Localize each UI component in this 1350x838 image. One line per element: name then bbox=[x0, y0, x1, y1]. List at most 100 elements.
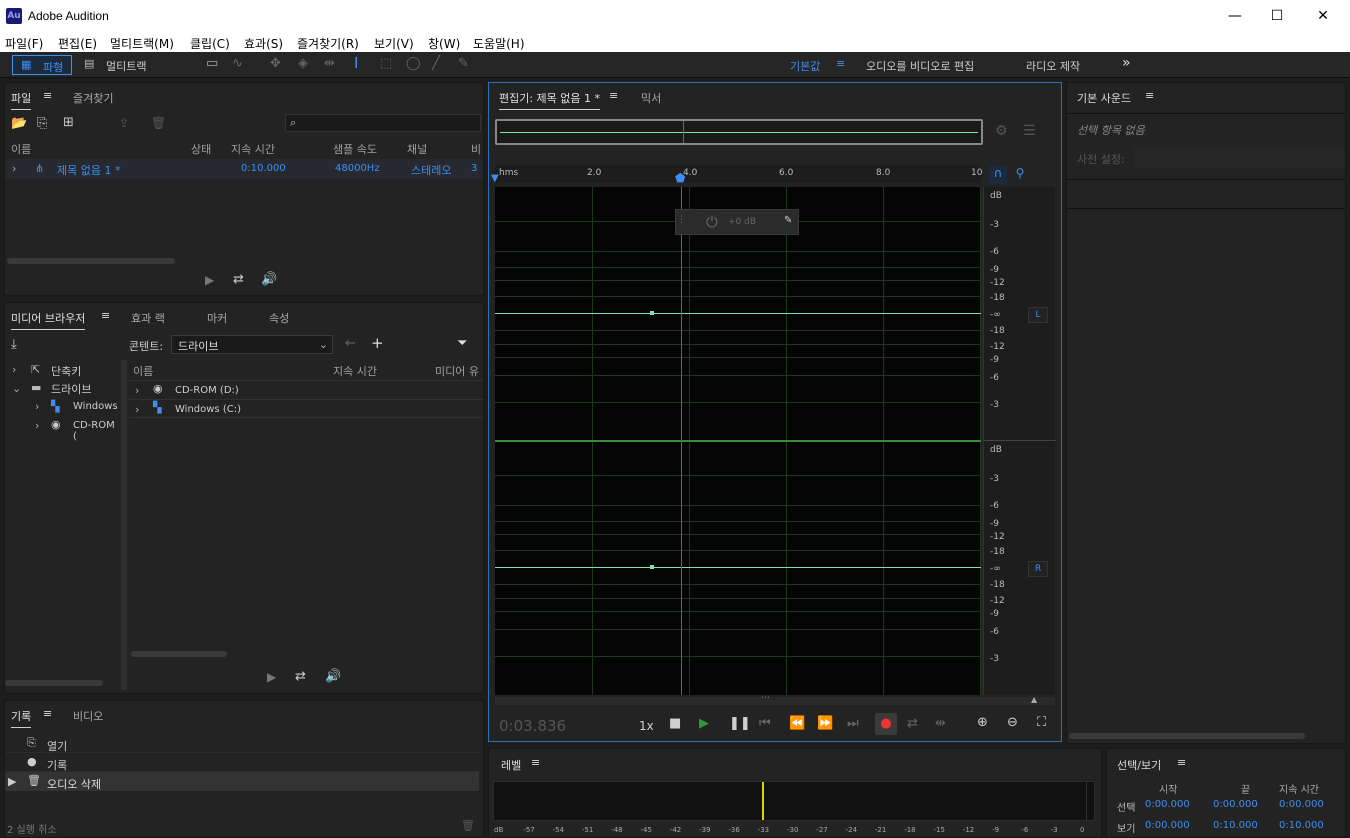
workspace-menu-icon[interactable]: ≡ bbox=[836, 57, 845, 70]
tree-item-windows[interactable]: Windows bbox=[73, 401, 118, 412]
playback-speed[interactable]: 1x bbox=[639, 719, 654, 733]
splitter[interactable] bbox=[121, 360, 127, 690]
zoom-settings-icon[interactable]: ⚙ bbox=[995, 123, 1008, 139]
content-select[interactable]: 드라이브 ⌄ bbox=[171, 335, 333, 354]
loop-icon[interactable]: ⇄ bbox=[907, 716, 918, 731]
col-samplerate[interactable]: 샘플 속도 bbox=[333, 141, 377, 157]
menu-edit[interactable]: 편집(E) bbox=[58, 35, 97, 52]
horizontal-scrollbar[interactable] bbox=[1069, 733, 1305, 739]
col-extra[interactable]: 비 bbox=[471, 141, 481, 157]
fast-forward-icon[interactable]: ⏩ bbox=[817, 716, 833, 731]
insert-icon[interactable]: ⇪ bbox=[119, 116, 129, 130]
pause-icon[interactable]: ❚❚ bbox=[729, 716, 751, 731]
channel-left-toggle[interactable]: L bbox=[1028, 307, 1048, 323]
spectral-toggle-icon[interactable]: ☰ bbox=[1023, 123, 1036, 139]
workspace-default[interactable]: 기본값 bbox=[790, 58, 820, 74]
filter-icon[interactable]: ⏷ bbox=[457, 336, 467, 351]
back-arrow-icon[interactable]: ← bbox=[345, 336, 356, 351]
skip-icon[interactable]: ⇹ bbox=[935, 716, 946, 731]
panel-menu-icon[interactable]: ≡ bbox=[43, 707, 52, 720]
headphone-icon[interactable]: ∩ bbox=[989, 166, 1007, 184]
panel-menu-icon[interactable]: ≡ bbox=[609, 89, 618, 102]
time-ruler[interactable]: hms 2.0 4.0 6.0 8.0 10 ▼ ⬟ bbox=[491, 165, 982, 185]
scroll-up-icon[interactable]: ▲ bbox=[1031, 695, 1037, 704]
tree-item-drives[interactable]: 드라이브 bbox=[51, 381, 91, 397]
start-marker-icon[interactable]: ▼ bbox=[491, 173, 499, 184]
chevron-right-icon[interactable]: › bbox=[12, 162, 16, 175]
rewind-icon[interactable]: ⏪ bbox=[789, 716, 805, 731]
workspace-radio[interactable]: 라디오 제작 bbox=[1026, 58, 1080, 74]
col-media-type[interactable]: 미디어 유 bbox=[435, 363, 479, 379]
loop-icon[interactable]: ⇄ bbox=[233, 272, 244, 287]
play-icon[interactable]: ▶ bbox=[205, 273, 214, 287]
go-start-icon[interactable]: ⏮ bbox=[759, 716, 771, 731]
chevron-right-icon[interactable]: › bbox=[135, 403, 139, 416]
menu-window[interactable]: 창(W) bbox=[428, 35, 460, 52]
panel-menu-icon[interactable]: ≡ bbox=[531, 756, 540, 769]
col-duration[interactable]: 지속 시간 bbox=[333, 363, 377, 379]
tab-video[interactable]: 비디오 bbox=[73, 708, 103, 724]
delete-icon[interactable]: 🗑 bbox=[151, 116, 166, 130]
multitrack-view-button[interactable]: ▤ 멀티트랙 bbox=[80, 55, 158, 75]
waveform-display[interactable]: ⋮ ⏻ +0 dB ✎ bbox=[495, 187, 981, 695]
autoplay-icon[interactable]: 🔊 bbox=[325, 669, 341, 684]
menu-clip[interactable]: 클립(C) bbox=[190, 35, 230, 52]
chevron-right-icon[interactable]: › bbox=[35, 400, 39, 413]
col-name[interactable]: 이름 bbox=[133, 363, 153, 379]
menu-multitrack[interactable]: 멀티트랙(M) bbox=[110, 35, 174, 52]
chevron-right-icon[interactable]: › bbox=[12, 363, 16, 376]
tab-history[interactable]: 기록 bbox=[11, 708, 32, 728]
play-icon[interactable]: ▶ bbox=[699, 716, 709, 731]
selection-end[interactable]: 0:00.000 bbox=[1213, 799, 1258, 810]
marquee-tool-icon[interactable]: ⬚ bbox=[380, 56, 392, 71]
more-workspaces-icon[interactable]: » bbox=[1122, 55, 1131, 71]
workspace-video[interactable]: 오디오를 비디오로 편집 bbox=[866, 58, 974, 74]
panel-menu-icon[interactable]: ≡ bbox=[1177, 756, 1186, 769]
list-item[interactable]: › ◉ CD-ROM (D:) bbox=[129, 380, 483, 399]
menu-file[interactable]: 파일(F) bbox=[5, 35, 43, 52]
waveform-view-button[interactable]: ▦ 파형 bbox=[12, 55, 72, 75]
slip-tool-icon[interactable]: ⇹ bbox=[324, 56, 335, 71]
horizontal-scrollbar[interactable]: ⋯ ▲ bbox=[495, 693, 1055, 705]
healing-tool-icon[interactable]: ✎ bbox=[458, 56, 469, 71]
col-name[interactable]: 이름 bbox=[11, 141, 31, 157]
zoom-in-icon[interactable]: ⊕ bbox=[977, 715, 988, 730]
move-tool-icon[interactable]: ✥ bbox=[270, 56, 281, 71]
tab-properties[interactable]: 속성 bbox=[269, 310, 289, 326]
shortcut-download-icon[interactable]: ⤓ bbox=[11, 337, 17, 352]
play-icon[interactable]: ▶ bbox=[267, 670, 276, 684]
time-display[interactable]: 0:03.836 bbox=[499, 717, 566, 735]
playhead-line[interactable] bbox=[681, 187, 682, 695]
selection-start[interactable]: 0:00.000 bbox=[1145, 799, 1190, 810]
list-item[interactable]: › ▚ Windows (C:) bbox=[129, 399, 483, 418]
col-channels[interactable]: 채널 bbox=[407, 141, 427, 157]
panel-menu-icon[interactable]: ≡ bbox=[101, 309, 110, 322]
zoom-out-icon[interactable]: ⊖ bbox=[1007, 715, 1018, 730]
spectral-display-icon[interactable]: ▭ bbox=[206, 56, 218, 71]
tab-files[interactable]: 파일 bbox=[11, 90, 32, 110]
tab-media-browser[interactable]: 미디어 브라우저 bbox=[11, 310, 86, 330]
playhead-handle-icon[interactable]: ⬟ bbox=[675, 171, 685, 185]
menu-view[interactable]: 보기(V) bbox=[374, 35, 414, 52]
brush-tool-icon[interactable]: ╱ bbox=[432, 56, 440, 71]
horizontal-scrollbar[interactable] bbox=[131, 651, 227, 657]
panel-menu-icon[interactable]: ≡ bbox=[1145, 89, 1154, 102]
chevron-right-icon[interactable]: › bbox=[35, 419, 39, 432]
files-search-input[interactable]: ⌕ bbox=[285, 114, 481, 132]
open-file-icon[interactable]: 📂 bbox=[11, 116, 27, 131]
col-duration[interactable]: 지속 시간 bbox=[231, 141, 275, 157]
list-item[interactable]: ● 기록 bbox=[5, 753, 479, 772]
tree-item-cdrom[interactable]: CD-ROM ( bbox=[73, 420, 121, 442]
zoom-full-icon[interactable]: ⛶ bbox=[1037, 715, 1046, 730]
list-item[interactable]: ▶ 🗑 오디오 삭제 bbox=[5, 772, 479, 791]
pin-icon[interactable]: ⚲ bbox=[1011, 166, 1029, 184]
import-file-icon[interactable]: ⎘ bbox=[37, 116, 47, 131]
close-icon[interactable]: ✕ bbox=[1300, 0, 1346, 33]
selection-duration[interactable]: 0:00.000 bbox=[1279, 799, 1324, 810]
list-item[interactable]: ⎘ 열기 bbox=[5, 734, 479, 753]
view-start[interactable]: 0:00.000 bbox=[1145, 820, 1190, 831]
menu-favorites[interactable]: 즐겨찾기(R) bbox=[297, 35, 359, 52]
time-selection-tool-icon[interactable]: I bbox=[354, 54, 358, 72]
tab-effects-rack[interactable]: 효과 랙 bbox=[131, 310, 165, 326]
view-duration[interactable]: 0:10.000 bbox=[1279, 820, 1324, 831]
